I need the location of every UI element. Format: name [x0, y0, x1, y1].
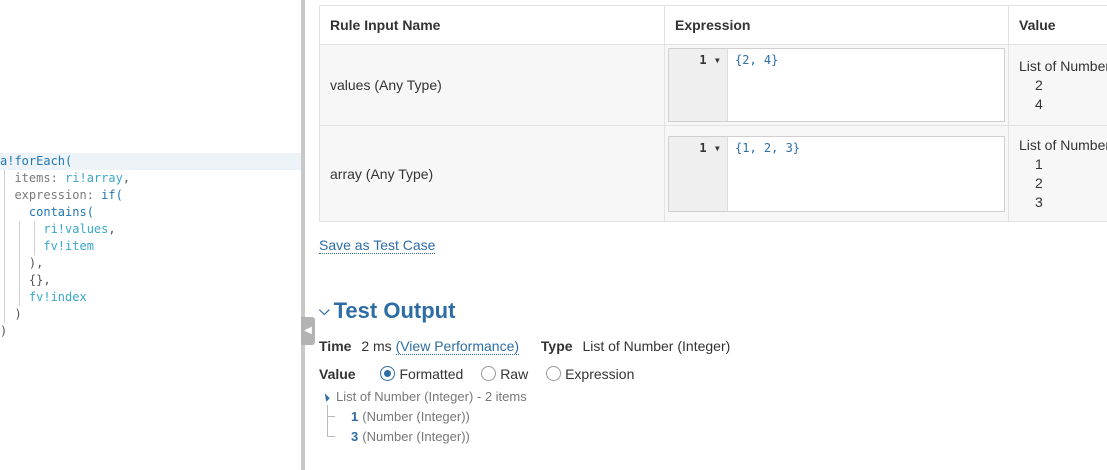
- code-token: {},: [0, 273, 51, 287]
- expression-cell: 1 ▾ {2, 4}: [664, 44, 1009, 126]
- value-type: List of Number: [1019, 57, 1107, 74]
- expression-input[interactable]: 1 ▾ {1, 2, 3}: [668, 135, 1005, 212]
- radio-formatted-label[interactable]: Formatted: [399, 366, 463, 382]
- save-test-case-link[interactable]: Save as Test Case: [319, 237, 436, 254]
- code-line: ),: [0, 255, 43, 272]
- code-token: ,: [108, 222, 116, 236]
- code-token: expression:: [0, 188, 102, 202]
- column-header-expression: Expression: [664, 5, 1009, 45]
- code-line: fv!index: [0, 289, 87, 306]
- test-output-title: Test Output: [333, 298, 456, 323]
- tree-root[interactable]: List of Number (Integer) - 2 items: [321, 387, 527, 407]
- code-token: ): [0, 307, 22, 321]
- table-row: array (Any Type) 1 ▾ {1, 2, 3} List of N…: [319, 125, 1107, 222]
- value-item: 1: [1035, 155, 1043, 172]
- code-token: fv!index: [0, 290, 87, 304]
- value-item: 4: [1035, 95, 1043, 112]
- table-row: values (Any Type) 1 ▾ {2, 4} List of Num…: [319, 44, 1107, 126]
- view-performance-link[interactable]: (View Performance): [395, 338, 520, 355]
- code-line: items: ri!array,: [0, 170, 130, 187]
- tree-item: 3 (Number (Integer)): [323, 427, 527, 447]
- type-value: List of Number (Integer): [582, 338, 731, 354]
- value-cell: List of Number 1 2 3: [1008, 125, 1107, 222]
- expression-text: {1, 2, 3}: [735, 140, 801, 155]
- expression-editor[interactable]: a!forEach( items: ri!array, expression: …: [0, 0, 301, 470]
- column-header-name: Rule Input Name: [319, 5, 665, 45]
- value-item: 3: [1035, 193, 1043, 210]
- radio-raw-label[interactable]: Raw: [500, 366, 528, 382]
- time-label: Time: [319, 338, 352, 354]
- code-token: ),: [0, 256, 44, 270]
- code-line: contains(: [0, 204, 94, 221]
- code-token: fv!item: [0, 239, 94, 253]
- chevron-down-icon[interactable]: ⌵: [319, 302, 330, 319]
- rule-input-name: values (Any Type): [319, 44, 665, 126]
- code-line: {},: [0, 272, 51, 289]
- code-token: contains(: [0, 205, 94, 219]
- radio-expression[interactable]: [546, 366, 562, 381]
- code-line: ): [0, 306, 22, 323]
- code-token: items:: [0, 171, 66, 185]
- line-gutter: 1 ▾: [669, 136, 728, 211]
- test-output-heading[interactable]: ⌵ Test Output: [319, 298, 455, 324]
- code-token: a!forEach(: [0, 154, 73, 168]
- triangle-expanded-icon[interactable]: [321, 393, 330, 402]
- code-token: ): [0, 324, 8, 338]
- expression-input[interactable]: 1 ▾ {2, 4}: [668, 48, 1005, 122]
- rule-inputs-table: Rule Input Name Expression Value values …: [319, 5, 1107, 222]
- line-gutter: 1 ▾: [669, 49, 728, 121]
- code-line: ri!values,: [0, 221, 116, 238]
- expression-cell: 1 ▾ {1, 2, 3}: [664, 125, 1009, 222]
- code-line: a!forEach(: [0, 153, 72, 170]
- output-tree: List of Number (Integer) - 2 items 1 (Num…: [321, 387, 527, 447]
- value-cell: List of Number 2 4: [1008, 44, 1107, 126]
- tree-item: 1 (Number (Integer)): [323, 407, 527, 427]
- radio-formatted[interactable]: [380, 366, 396, 381]
- rule-input-name: array (Any Type): [319, 125, 665, 222]
- code-line: fv!item: [0, 238, 94, 255]
- column-header-value: Value: [1008, 5, 1107, 45]
- type-label: Type: [540, 338, 573, 354]
- tree-item-value: 1: [351, 409, 359, 424]
- expression-text: {2, 4}: [735, 53, 779, 67]
- line-number: 1: [699, 140, 707, 155]
- value-item: 2: [1035, 76, 1043, 93]
- radio-expression-label[interactable]: Expression: [565, 366, 634, 382]
- line-number: 1: [699, 53, 707, 67]
- test-panel: Rule Input Name Expression Value values …: [305, 0, 1107, 470]
- time-value: 2 ms: [361, 338, 392, 354]
- tree-item-type: (Number (Integer)): [362, 409, 470, 424]
- code-line: expression: if(: [0, 187, 123, 204]
- code-token: if(: [101, 188, 123, 202]
- value-label: Value: [319, 366, 356, 382]
- code-line: ): [0, 323, 7, 340]
- radio-raw[interactable]: [481, 366, 497, 381]
- tree-item-value: 3: [351, 429, 359, 444]
- time-type-line: Time 2 ms (View Performance) Type List o…: [319, 338, 731, 355]
- tree-item-type: (Number (Integer)): [362, 429, 470, 444]
- code-token: ri!values: [0, 222, 109, 236]
- value-item: 2: [1035, 174, 1043, 191]
- code-token: ri!array: [65, 171, 123, 185]
- value-format-selector: Value Formatted Raw Expression: [319, 366, 634, 382]
- value-type: List of Number: [1019, 136, 1107, 153]
- code-token: ,: [122, 171, 131, 185]
- tree-root-label: List of Number (Integer) - 2 items: [336, 389, 527, 404]
